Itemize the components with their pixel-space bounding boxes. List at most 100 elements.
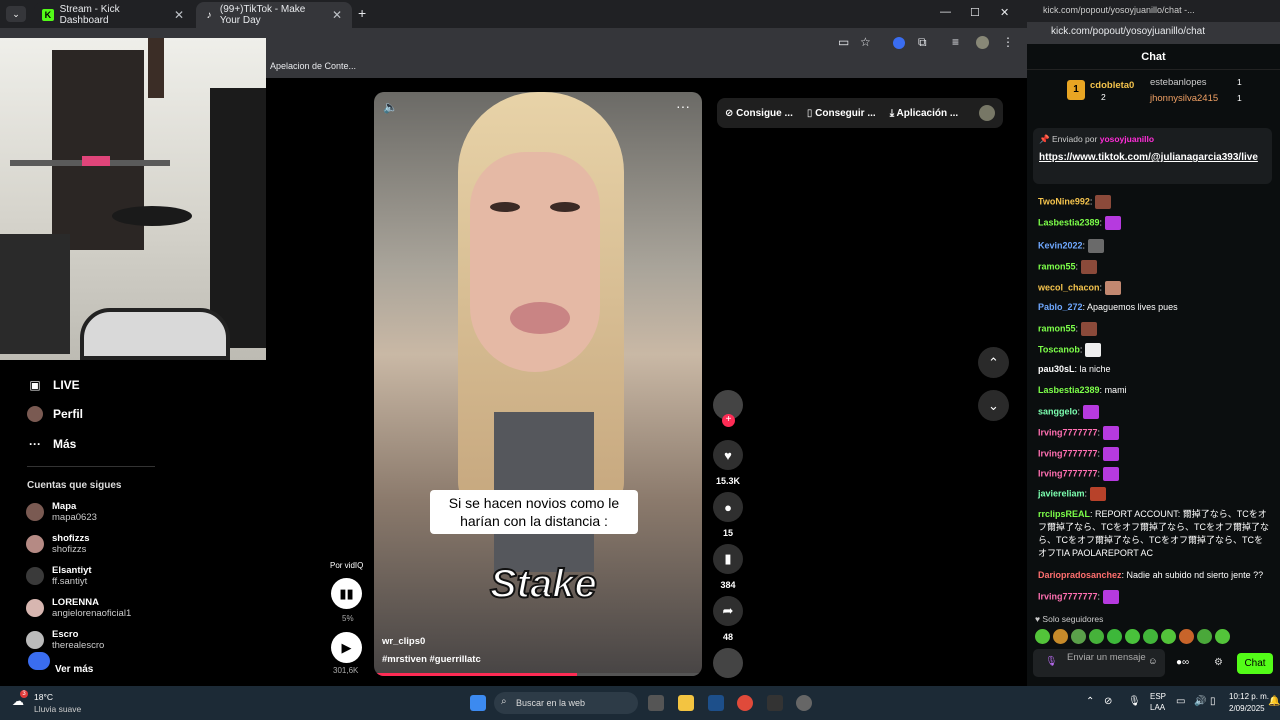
vidiq-badge-icon[interactable] [28, 652, 50, 670]
see-more-link[interactable]: Ver más [55, 664, 93, 675]
capcut-icon[interactable] [767, 695, 783, 711]
chat-username[interactable]: Pablo_272 [1038, 302, 1083, 312]
get-app-button[interactable]: ▯ Conseguir ... [807, 108, 876, 119]
cast-icon[interactable]: ▭ [838, 35, 849, 49]
close-tab-icon[interactable]: ✕ [332, 8, 342, 22]
mic-tray-icon[interactable]: 🎙 [1128, 696, 1141, 707]
chat-message-input[interactable]: 🎙 Enviar un mensaje ☺ [1033, 649, 1165, 677]
tab-search-button[interactable]: ⌄ [6, 6, 26, 22]
leader-name[interactable]: jhonnysilva2415 [1150, 93, 1218, 104]
task-view-icon[interactable] [648, 695, 664, 711]
tray-chevron-icon[interactable]: ⌃ [1086, 696, 1094, 707]
chat-username[interactable]: Dariopradosanchez [1038, 570, 1122, 580]
chat-username[interactable]: pau30sL [1038, 364, 1075, 374]
previous-video-button[interactable]: ⌃ [978, 347, 1009, 378]
emoji-icon[interactable]: ☺ [1148, 656, 1158, 667]
chat-username[interactable]: rrclipsREAL [1038, 509, 1090, 519]
language-indicator[interactable]: ESP [1150, 692, 1166, 701]
media-control-icon[interactable]: ≡ [952, 35, 959, 49]
chat-username[interactable]: Irving7777777 [1038, 448, 1098, 458]
chat-username[interactable]: Irving7777777 [1038, 468, 1098, 478]
nav-live[interactable]: ▣ LIVE [27, 377, 79, 393]
app-icon[interactable] [708, 695, 724, 711]
follow-plus-icon[interactable]: + [722, 414, 735, 427]
emote[interactable] [1143, 629, 1158, 644]
chrome-icon[interactable] [737, 695, 753, 711]
pinned-link[interactable]: https://www.tiktok.com/@julianagarcia393… [1039, 151, 1266, 164]
volume-tray-icon[interactable]: 🔊 [1194, 696, 1206, 707]
emote[interactable] [1179, 629, 1194, 644]
emote[interactable] [1053, 629, 1068, 644]
emote[interactable] [1107, 629, 1122, 644]
wifi-icon[interactable]: ▭ [1176, 696, 1185, 707]
nav-profile[interactable]: Perfil [27, 406, 83, 422]
desktop-app-button[interactable]: ⤓ Aplicación ... [890, 108, 959, 119]
close-tab-icon[interactable]: ✕ [174, 8, 184, 22]
emote[interactable] [1089, 629, 1104, 644]
chat-send-button[interactable]: Chat [1237, 653, 1273, 674]
close-window-icon[interactable]: ✕ [1000, 6, 1009, 19]
chat-username[interactable]: javiereliam [1038, 488, 1085, 498]
chat-username[interactable]: Irving7777777 [1038, 591, 1098, 601]
clock-time[interactable]: 10:12 p. m. [1229, 692, 1269, 701]
extensions-puzzle-icon[interactable]: ⧉ [918, 35, 927, 50]
following-account[interactable]: LORENNA angielorenaoficial1 [26, 597, 131, 619]
chat-url-bar[interactable]: kick.com/popout/yosoyjuanillo/chat [1027, 22, 1280, 44]
tiktok-video[interactable]: 🔈 ··· Si se hacen novios como le harían … [374, 92, 702, 676]
network-icon[interactable]: ⊘ [1104, 696, 1112, 707]
extension-icon[interactable] [893, 37, 905, 49]
tab-kick-dashboard[interactable]: K Stream - Kick Dashboard ✕ [34, 2, 194, 28]
following-account[interactable]: Mapa mapa0623 [26, 501, 97, 523]
leader-name[interactable]: cdobleta0 [1090, 80, 1134, 91]
emote[interactable] [1197, 629, 1212, 644]
battery-icon[interactable]: ▯ [1210, 696, 1216, 707]
chat-username[interactable]: wecol_chacon [1038, 282, 1100, 292]
emote[interactable] [1125, 629, 1140, 644]
chat-username[interactable]: Lasbestia2389 [1038, 217, 1100, 227]
user-avatar[interactable] [979, 105, 995, 121]
next-video-button[interactable]: ⌄ [978, 390, 1009, 421]
music-disc[interactable] [713, 648, 743, 678]
volume-icon[interactable]: 🔈 [383, 100, 398, 114]
minimize-icon[interactable]: — [940, 6, 951, 18]
notifications-icon[interactable]: 🔔 [1268, 696, 1280, 707]
clock-date[interactable]: 2/09/2025 [1229, 704, 1265, 713]
chat-username[interactable]: Toscanob [1038, 344, 1080, 354]
chat-username[interactable]: ramon55 [1038, 323, 1076, 333]
video-progress-bar[interactable] [374, 673, 702, 676]
taskbar-search[interactable]: ⌕ Buscar en la web [494, 692, 638, 714]
following-account[interactable]: Escro therealescro [26, 629, 104, 651]
video-menu-icon[interactable]: ··· [676, 98, 690, 114]
chat-username[interactable]: Irving7777777 [1038, 427, 1098, 437]
file-explorer-icon[interactable] [678, 695, 694, 711]
browser-menu-icon[interactable]: ⋮ [1002, 35, 1014, 49]
nav-more[interactable]: ··· Más [27, 436, 76, 452]
following-account[interactable]: shofizzs shofizzs [26, 533, 89, 555]
maximize-icon[interactable]: ☐ [970, 6, 980, 19]
video-hashtags[interactable]: #mrstiven #guerrillatc [382, 654, 481, 665]
microphone-icon[interactable]: 🎙 [1045, 656, 1057, 667]
pinned-user[interactable]: yosoyjuanillo [1100, 134, 1154, 144]
bookmark-item[interactable]: Apelacion de Conte... [270, 61, 356, 71]
settings-gear-icon[interactable]: ⚙ [1214, 657, 1223, 668]
emote[interactable] [1161, 629, 1176, 644]
share-button[interactable]: ➦ 48 [713, 596, 743, 642]
start-windows-icon[interactable] [470, 695, 486, 711]
creator-avatar[interactable]: + [713, 390, 743, 427]
chat-username[interactable]: TwoNine992 [1038, 196, 1090, 206]
tab-tiktok[interactable]: ♪ (99+)TikTok - Make Your Day ✕ [196, 2, 352, 28]
like-button[interactable]: ♥ 15.3K [713, 440, 743, 486]
chat-username[interactable]: ramon55 [1038, 261, 1076, 271]
save-button[interactable]: ▮ 384 [713, 544, 743, 590]
get-coins-button[interactable]: ⊘ Consigue ... [725, 108, 793, 119]
chat-username[interactable]: sanggelo [1038, 406, 1078, 416]
obs-icon[interactable] [796, 695, 812, 711]
video-author[interactable]: wr_clips0 [382, 636, 425, 647]
leader-name[interactable]: estebanlopes [1150, 77, 1207, 88]
emote[interactable] [1035, 629, 1050, 644]
profile-avatar-icon[interactable] [976, 36, 989, 49]
chat-username[interactable]: Lasbestia2389 [1038, 385, 1100, 395]
bookmark-star-icon[interactable]: ☆ [860, 35, 871, 49]
following-account[interactable]: Elsantiyt ff.santiyt [26, 565, 92, 587]
vidiq-stats-button[interactable]: ▮▮ [331, 578, 362, 609]
